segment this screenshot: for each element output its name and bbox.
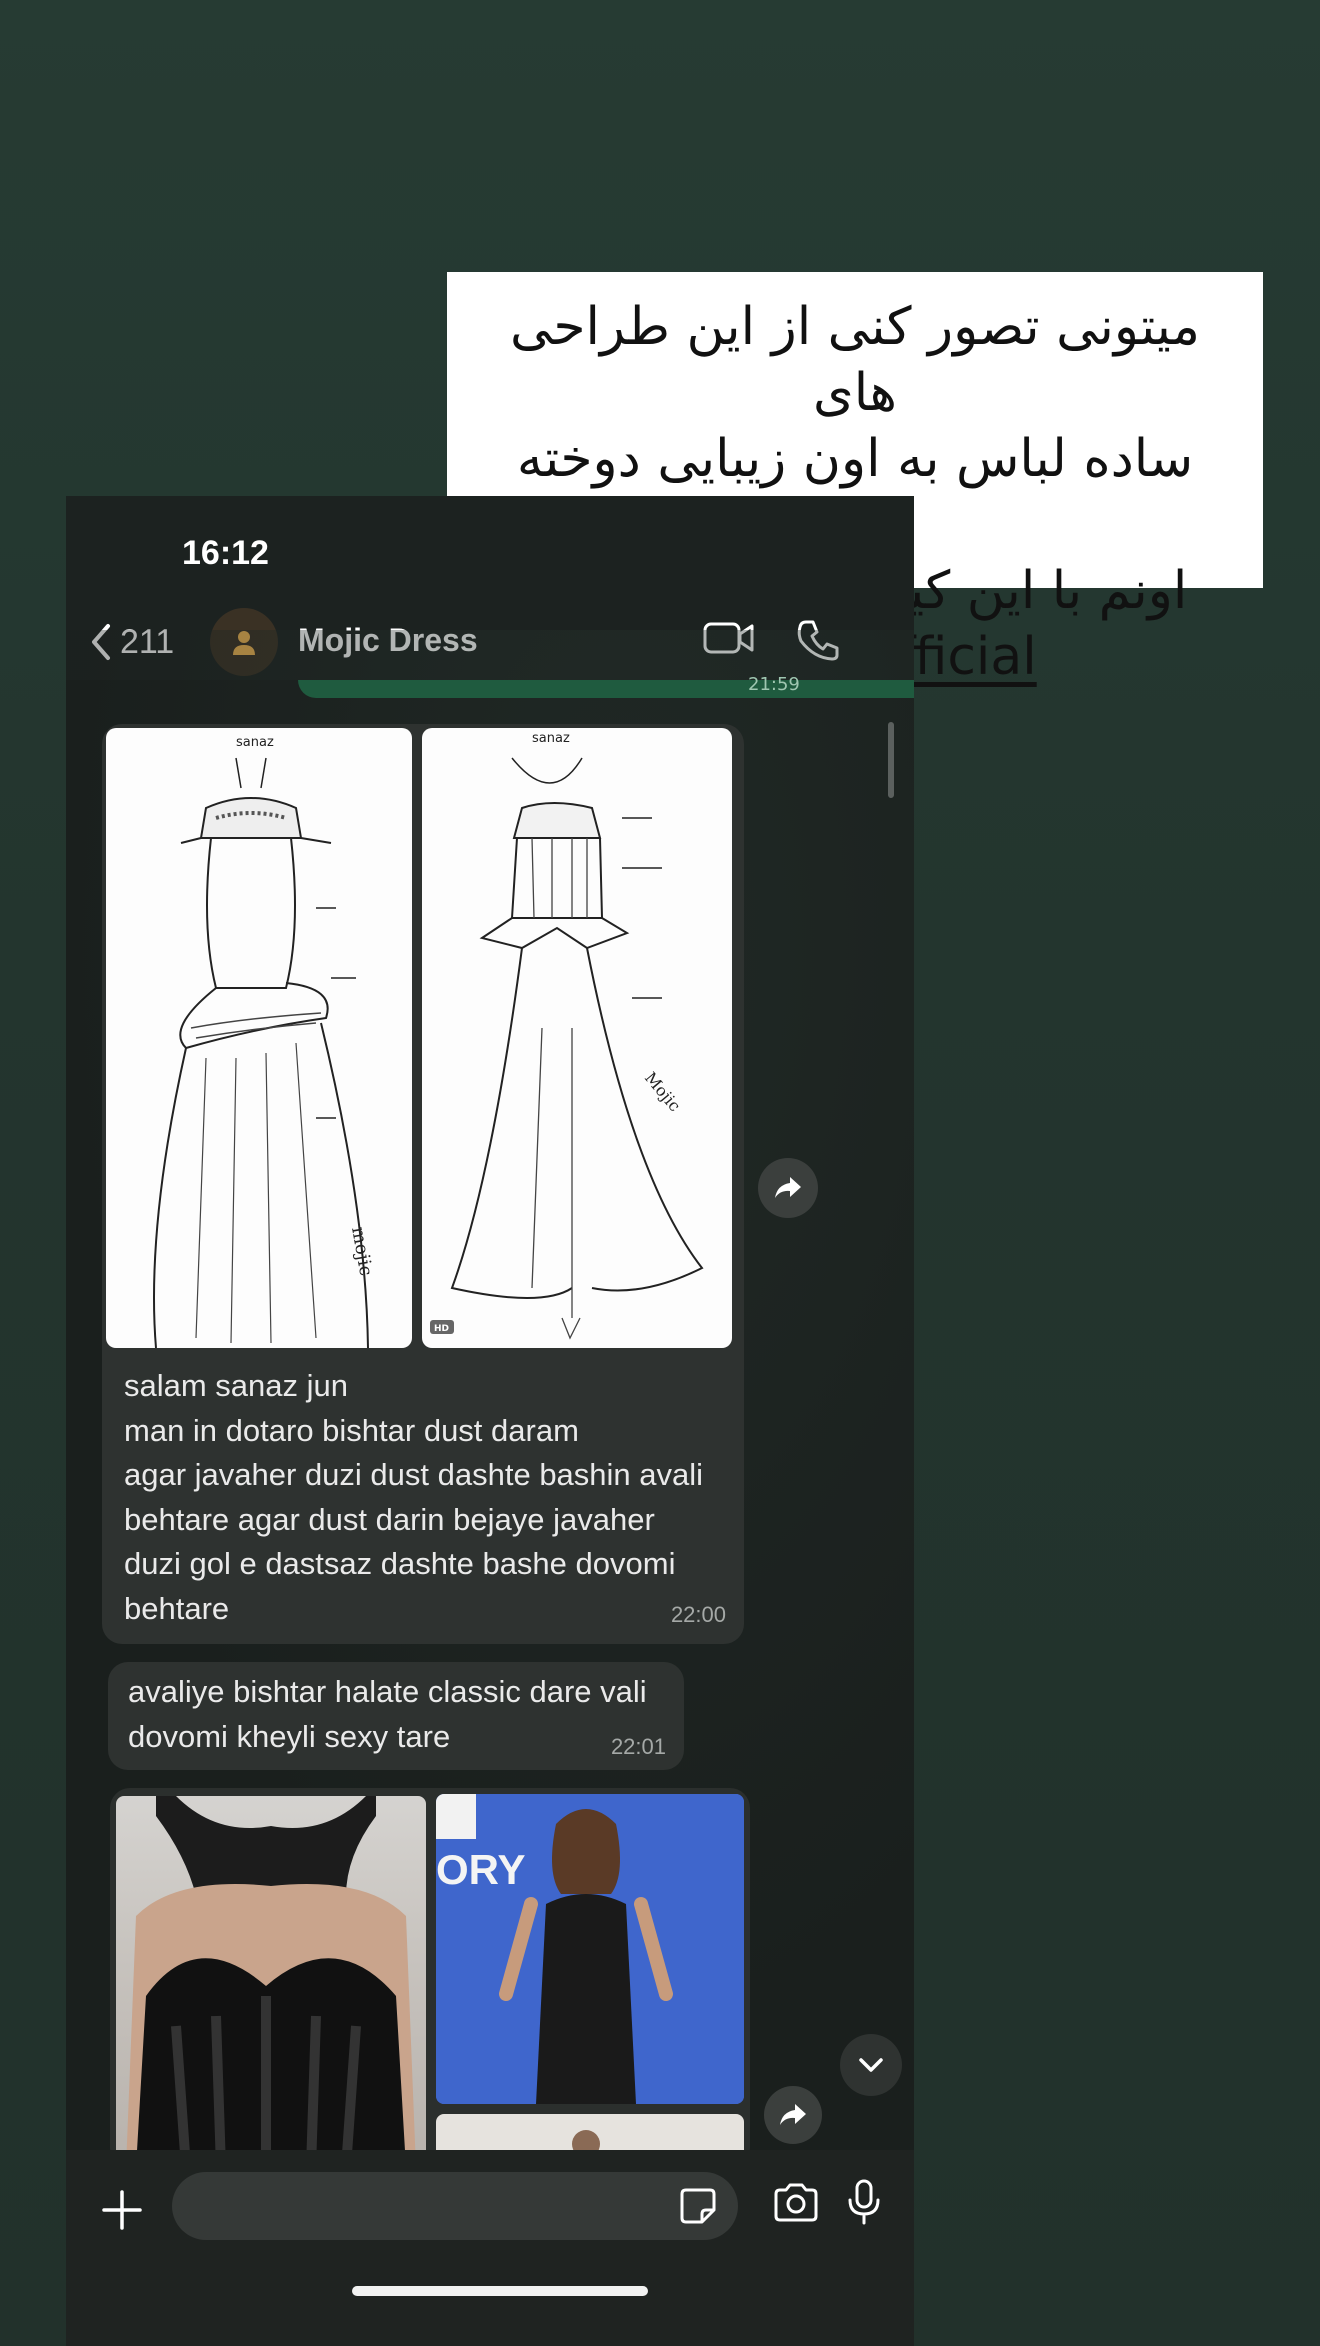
message-line: behtare agar dust darin bejaye javaher (124, 1501, 655, 1537)
message-text: salam sanaz jun man in dotaro bishtar du… (124, 1364, 724, 1631)
caption-line-1: میتونی تصور کنی از این طراحی های (510, 297, 1200, 423)
incoming-photo-album[interactable]: ORY (110, 1788, 750, 2174)
voice-message-button[interactable] (846, 2178, 882, 2230)
message-time: 22:01 (610, 1734, 666, 1759)
hd-badge: HD (434, 1324, 449, 1334)
message-input[interactable] (172, 2172, 738, 2240)
message-line: dovomi kheyli sexy tare (128, 1718, 451, 1754)
status-time: 16:12 (182, 534, 269, 572)
dress-sketch-2: sanaz Mojic HD (430, 731, 704, 1340)
incoming-message[interactable]: avaliye bishtar halate classic dare vali… (108, 1662, 684, 1770)
sketch-label: sanaz (236, 735, 274, 750)
outgoing-message-bubble[interactable] (298, 680, 914, 698)
chat-screenshot: 16:12 211 Mojic Dress 21:59 sanaz mojic … (66, 496, 914, 2346)
message-line: agar javaher duzi dust dashte bashin ava… (124, 1457, 704, 1492)
message-input-bar (66, 2150, 914, 2346)
sticker-button[interactable] (678, 2186, 718, 2230)
photo-corset-closeup[interactable] (116, 1796, 426, 2168)
sketch-signature: mojic (347, 1225, 376, 1277)
message-line: man in dotaro bishtar dust daram (124, 1412, 579, 1448)
dress-sketch-1: sanaz mojic (153, 735, 376, 1348)
camera-button[interactable] (772, 2182, 820, 2228)
message-line: duzi gol e dastsaz dashte bashe dovomi (124, 1546, 676, 1581)
scrollbar[interactable] (888, 722, 894, 798)
backdrop-text: ORY (436, 1846, 525, 1893)
sketch-label: sanaz (532, 731, 570, 746)
incoming-message-sketches[interactable]: sanaz mojic sanaz Mojic HD salam sanaz j… (102, 724, 744, 1644)
message-line: behtare (124, 1590, 230, 1626)
plus-icon (102, 2190, 142, 2230)
scroll-down-button[interactable] (840, 2034, 902, 2096)
chat-area[interactable]: 21:59 sanaz mojic sanaz Mojic HD salam s… (66, 630, 914, 2230)
sketch-image-2[interactable]: sanaz Mojic HD (422, 728, 732, 1348)
camera-icon (774, 2183, 818, 2222)
message-line: salam sanaz jun (124, 1368, 349, 1403)
sketch-signature: Mojic (641, 1068, 685, 1115)
home-indicator[interactable] (352, 2286, 648, 2296)
forward-icon (780, 2104, 806, 2125)
message-time: 22:00 (670, 1602, 726, 1627)
chevron-down-icon (859, 2058, 883, 2072)
microphone-icon (848, 2179, 880, 2225)
forward-button[interactable] (758, 1158, 818, 1218)
photo-red-carpet[interactable]: ORY (436, 1794, 744, 2104)
sketch-album[interactable]: sanaz mojic sanaz Mojic HD (106, 728, 740, 1350)
message-text: avaliye bishtar halate classic dare vali… (128, 1670, 668, 1759)
forward-button[interactable] (764, 2086, 822, 2144)
attach-button[interactable] (102, 2190, 142, 2234)
message-line: avaliye bishtar halate classic dare vali (128, 1674, 647, 1709)
outgoing-time: 21:59 (748, 674, 800, 695)
sketch-image-1[interactable]: sanaz mojic (106, 728, 412, 1348)
forward-icon (775, 1177, 801, 1198)
sticker-icon (680, 2188, 716, 2224)
